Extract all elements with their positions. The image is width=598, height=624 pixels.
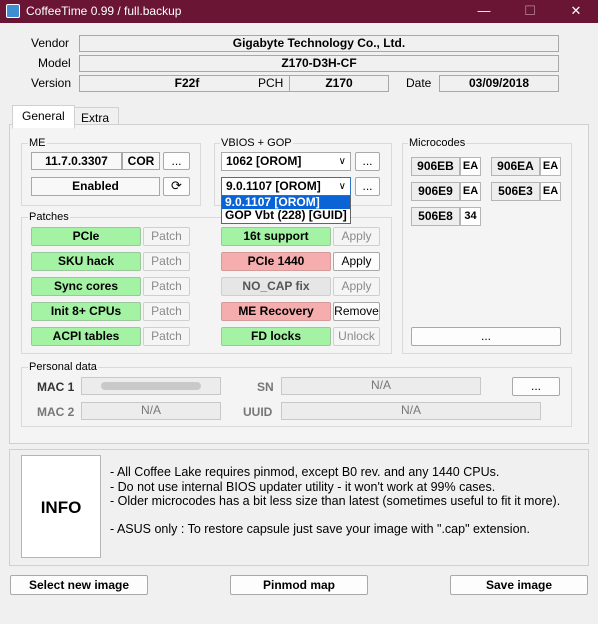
title-bar: CoffeeTime 0.99 / full.backup — ☐ ✕ bbox=[0, 0, 598, 23]
patch-me-recovery-button[interactable]: Remove bbox=[333, 302, 380, 321]
me-label: ME bbox=[28, 137, 47, 149]
save-image-button[interactable]: Save image bbox=[450, 575, 588, 595]
microcode-item[interactable]: 906EB bbox=[411, 157, 460, 176]
patch-no-cap-fix-button[interactable]: Apply bbox=[333, 277, 380, 296]
microcodes-more-button[interactable]: ... bbox=[411, 327, 561, 346]
personal-more-button[interactable]: ... bbox=[512, 377, 560, 396]
vbios-select-value: 1062 [OROM] bbox=[226, 154, 302, 168]
patch-init-cpus-button[interactable]: Patch bbox=[143, 302, 190, 321]
date-label: Date bbox=[406, 76, 432, 90]
vendor-field: Gigabyte Technology Co., Ltd. bbox=[79, 35, 559, 52]
gop-select-value: 9.0.1107 [OROM] bbox=[226, 179, 321, 193]
select-new-image-button[interactable]: Select new image bbox=[10, 575, 148, 595]
patch-pcie-1440-button[interactable]: Apply bbox=[333, 252, 380, 271]
patch-me-recovery[interactable]: ME Recovery bbox=[221, 302, 331, 321]
minimize-button[interactable]: — bbox=[472, 2, 496, 20]
patch-acpi-tables-button[interactable]: Patch bbox=[143, 327, 190, 346]
microcode-item[interactable]: 906E9 bbox=[411, 182, 460, 201]
info-title: INFO bbox=[21, 455, 101, 558]
chevron-down-icon: ∨ bbox=[338, 181, 346, 192]
microcode-tag: EA bbox=[540, 157, 561, 176]
tab-general[interactable]: General bbox=[12, 105, 75, 129]
me-type-field: COR bbox=[122, 152, 160, 170]
patch-fd-locks-button[interactable]: Unlock bbox=[333, 327, 380, 346]
pinmod-map-button[interactable]: Pinmod map bbox=[230, 575, 368, 595]
chevron-down-icon: ∨ bbox=[338, 156, 346, 167]
info-line: - Older microcodes has a bit less size t… bbox=[110, 494, 561, 508]
me-refresh-button[interactable]: ⟳ bbox=[163, 177, 190, 196]
refresh-icon: ⟳ bbox=[171, 178, 182, 193]
patch-sync-cores-button[interactable]: Patch bbox=[143, 277, 190, 296]
vendor-label: Vendor bbox=[31, 36, 70, 50]
pch-field: Z170 bbox=[289, 75, 389, 92]
mac2-field: N/A bbox=[81, 402, 221, 420]
microcodes-label: Microcodes bbox=[408, 137, 467, 149]
patch-acpi-tables[interactable]: ACPI tables bbox=[31, 327, 141, 346]
mac1-redacted bbox=[101, 382, 201, 390]
microcode-tag: 34 bbox=[460, 207, 481, 226]
patch-16t-support[interactable]: 16t support bbox=[221, 227, 331, 246]
patch-pcie[interactable]: PCIe bbox=[31, 227, 141, 246]
vbios-select[interactable]: 1062 [OROM] ∨ bbox=[221, 152, 351, 171]
patch-16t-support-button[interactable]: Apply bbox=[333, 227, 380, 246]
patch-sku-hack-button[interactable]: Patch bbox=[143, 252, 190, 271]
gop-more-button[interactable]: ... bbox=[355, 177, 380, 196]
microcode-item[interactable]: 906EA bbox=[491, 157, 540, 176]
sn-label: SN bbox=[257, 380, 274, 394]
info-line: - ASUS only : To restore capsule just sa… bbox=[110, 522, 530, 536]
vbios-more-button[interactable]: ... bbox=[355, 152, 380, 171]
window-title: CoffeeTime 0.99 / full.backup bbox=[26, 4, 182, 18]
info-line: - Do not use internal BIOS updater utili… bbox=[110, 480, 496, 494]
maximize-button[interactable]: ☐ bbox=[518, 2, 542, 20]
version-label: Version bbox=[31, 76, 72, 90]
mac1-field bbox=[81, 377, 221, 395]
microcode-item[interactable]: 506E8 bbox=[411, 207, 460, 226]
microcode-tag: EA bbox=[460, 157, 481, 176]
info-line: - All Coffee Lake requires pinmod, excep… bbox=[110, 465, 500, 479]
patches-label: Patches bbox=[28, 211, 70, 223]
patch-fd-locks[interactable]: FD locks bbox=[221, 327, 331, 346]
patch-no-cap-fix[interactable]: NO_CAP fix bbox=[221, 277, 331, 296]
me-version-field: 11.7.0.3307 bbox=[31, 152, 122, 170]
uuid-field: N/A bbox=[281, 402, 541, 420]
gop-dropdown-list: 9.0.1107 [OROM] GOP Vbt (228) [GUID] bbox=[221, 195, 351, 224]
app-icon bbox=[6, 4, 20, 18]
vbios-label: VBIOS + GOP bbox=[220, 137, 293, 149]
sn-field: N/A bbox=[281, 377, 481, 395]
microcode-tag: EA bbox=[460, 182, 481, 201]
microcode-item[interactable]: 506E3 bbox=[491, 182, 540, 201]
patch-pcie-1440[interactable]: PCIe 1440 bbox=[221, 252, 331, 271]
mac2-label: MAC 2 bbox=[37, 405, 75, 419]
personal-data-label: Personal data bbox=[28, 361, 98, 373]
patch-sku-hack[interactable]: SKU hack bbox=[31, 252, 141, 271]
me-more-button[interactable]: ... bbox=[163, 152, 190, 170]
model-field: Z170-D3H-CF bbox=[79, 55, 559, 72]
microcode-tag: EA bbox=[540, 182, 561, 201]
patch-pcie-button[interactable]: Patch bbox=[143, 227, 190, 246]
patch-sync-cores[interactable]: Sync cores bbox=[31, 277, 141, 296]
patch-init-cpus[interactable]: Init 8+ CPUs bbox=[31, 302, 141, 321]
mac1-label: MAC 1 bbox=[37, 380, 75, 394]
dropdown-option[interactable]: GOP Vbt (228) [GUID] bbox=[222, 209, 350, 222]
close-button[interactable]: ✕ bbox=[564, 2, 588, 20]
uuid-label: UUID bbox=[243, 405, 273, 419]
pch-label: PCH bbox=[258, 76, 284, 90]
me-state-field: Enabled bbox=[31, 177, 160, 196]
date-field: 03/09/2018 bbox=[439, 75, 559, 92]
gop-select[interactable]: 9.0.1107 [OROM] ∨ bbox=[221, 177, 351, 196]
model-label: Model bbox=[38, 56, 71, 70]
